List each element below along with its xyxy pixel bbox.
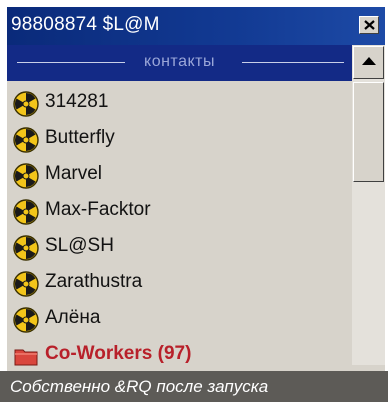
contact-label: Алёна (45, 307, 101, 328)
contact-label: SL@SH (45, 235, 114, 256)
contact-row[interactable]: SL@SH (7, 229, 352, 265)
contact-row[interactable]: Zarathustra (7, 265, 352, 301)
contact-label: Butterfly (45, 127, 115, 148)
folder-icon (13, 343, 39, 369)
arrow-up-icon (362, 57, 376, 65)
contact-row[interactable]: 314281 (7, 85, 352, 121)
group-label: Co-Workers (97) (45, 343, 192, 364)
na-status-icon (13, 235, 39, 261)
contact-label: Max-Facktor (45, 199, 151, 220)
na-status-icon (13, 307, 39, 333)
contact-row[interactable]: Marvel (7, 157, 352, 193)
vertical-scrollbar[interactable] (352, 45, 385, 365)
contact-row[interactable]: Butterfly (7, 121, 352, 157)
na-status-icon (13, 91, 39, 117)
group-header-contacts[interactable]: контакты (7, 45, 352, 81)
contact-list-window: 98808874 $L@M контакты 314281 Butterfly Ma… (7, 7, 385, 402)
window-title: 98808874 $L@M (11, 14, 160, 35)
contact-label: Zarathustra (45, 271, 143, 292)
close-button[interactable] (359, 16, 379, 34)
group-row[interactable]: Co-Workers (97) (7, 337, 352, 373)
contact-row[interactable]: Max-Facktor (7, 193, 352, 229)
na-status-icon (13, 163, 39, 189)
contact-label: 314281 (45, 91, 109, 112)
na-status-icon (13, 271, 39, 297)
close-icon (364, 20, 375, 30)
scroll-thumb[interactable] (353, 82, 384, 182)
na-status-icon (13, 127, 39, 153)
contact-list: контакты 314281 Butterfly Marvel Max-Fackto… (7, 45, 352, 402)
screenshot-frame: 98808874 $L@M контакты 314281 Butterfly Ma… (0, 0, 388, 402)
contact-row[interactable]: Алёна (7, 301, 352, 337)
contact-label: Marvel (45, 163, 103, 184)
caption-text: Собственно &RQ после запуска (10, 377, 269, 396)
caption-bar: Собственно &RQ после запуска (0, 371, 388, 402)
scroll-up-button[interactable] (353, 46, 384, 79)
title-bar[interactable]: 98808874 $L@M (7, 7, 385, 45)
group-header-label: контакты (144, 53, 215, 70)
na-status-icon (13, 199, 39, 225)
